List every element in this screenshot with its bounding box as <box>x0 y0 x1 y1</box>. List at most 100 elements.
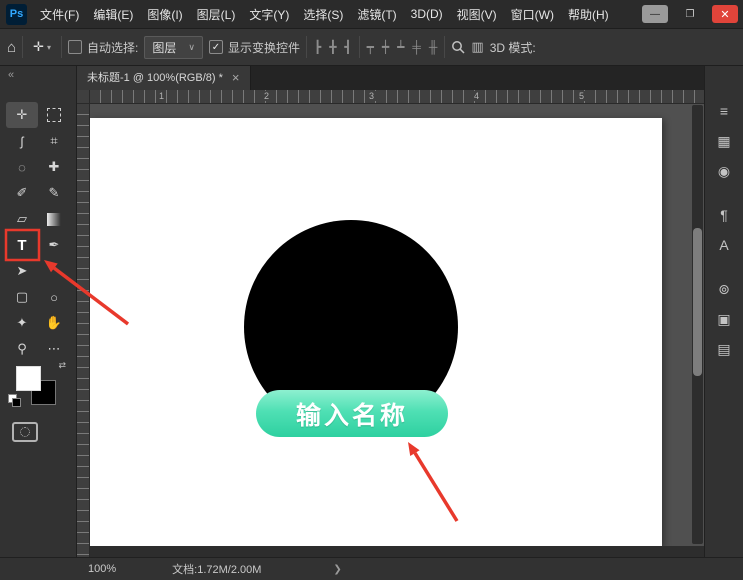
lasso-tool[interactable]: ʃ <box>6 128 38 154</box>
chevron-down-icon: ▾ <box>47 43 51 52</box>
menu-view[interactable]: 视图(V) <box>450 6 504 23</box>
show-transform-checkbox[interactable]: ✓ 显示变换控件 <box>209 39 300 56</box>
ruler-number: 4 <box>472 91 481 101</box>
menu-type[interactable]: 文字(Y) <box>242 6 296 23</box>
pen-tool[interactable]: ✒ <box>38 232 70 258</box>
align-top-icon[interactable]: ┯ <box>366 40 375 54</box>
3d-mode-label: 3D 模式: <box>490 39 536 56</box>
menu-filter[interactable]: 滤镜(T) <box>350 6 403 23</box>
brush-tool[interactable]: ✎ <box>38 180 70 206</box>
swatches-panel-icon[interactable]: ▦ <box>705 126 743 156</box>
clone-source-panel-icon[interactable]: ⊚ <box>705 274 743 304</box>
scrollbar-thumb[interactable] <box>693 228 702 376</box>
align-middle-icon[interactable]: ┿ <box>381 40 390 54</box>
distribute-vertical-icon[interactable]: ╫ <box>428 40 439 54</box>
menu-select[interactable]: 选择(S) <box>296 6 350 23</box>
foreground-color-swatch[interactable] <box>16 366 41 391</box>
divider <box>359 36 360 58</box>
ruler-origin-corner <box>76 90 90 104</box>
document-tab[interactable]: 未标题-1 @ 100%(RGB/8) * × <box>76 64 251 90</box>
status-bar: 100% 文档:1.72M/2.00M ❯ <box>0 557 743 580</box>
ellipse-tool[interactable]: ○ <box>38 284 70 310</box>
menu-help[interactable]: 帮助(H) <box>561 6 616 23</box>
menu-3d[interactable]: 3D(D) <box>404 7 450 21</box>
workspace-panel-icon[interactable]: ▥ <box>471 39 483 55</box>
status-expand-icon[interactable]: ❯ <box>333 564 341 575</box>
vertical-scrollbar[interactable] <box>692 105 703 544</box>
menu-window[interactable]: 窗口(W) <box>504 6 561 23</box>
object-selection-tool[interactable]: ◌ <box>6 154 38 180</box>
zoom-level-field[interactable]: 100% <box>88 563 116 575</box>
zoom-tool[interactable]: ⚲ <box>6 336 38 362</box>
color-swatches: ⇄ <box>16 364 66 408</box>
horizontal-type-tool[interactable]: T <box>6 232 38 258</box>
close-button[interactable]: ✕ <box>712 5 738 23</box>
divider <box>306 36 307 58</box>
path-selection-tool[interactable]: ➤ <box>6 258 38 284</box>
default-colors-icon[interactable] <box>8 394 20 406</box>
marquee-icon <box>47 108 61 122</box>
home-icon[interactable]: ⌂ <box>7 39 16 56</box>
properties-panel-icon[interactable]: ≡ <box>705 96 743 126</box>
ruler-number: 1 <box>157 91 166 101</box>
collapse-panel-icon[interactable]: « <box>8 69 14 81</box>
tab-close-icon[interactable]: × <box>232 70 240 85</box>
menu-layer[interactable]: 图层(L) <box>190 6 243 23</box>
align-left-icon[interactable]: ┣ <box>313 40 322 54</box>
hand-tool[interactable]: ✋ <box>38 310 70 336</box>
document-canvas[interactable]: 输入名称 <box>90 118 662 546</box>
rectangular-marquee-tool[interactable] <box>38 102 70 128</box>
paragraph-panel-icon[interactable]: ¶ <box>705 200 743 230</box>
document-title: 未标题-1 @ 100%(RGB/8) * <box>87 69 223 85</box>
menu-file[interactable]: 文件(F) <box>33 6 86 23</box>
maximize-button[interactable]: ❐ <box>677 5 703 23</box>
eraser-tool[interactable]: ▱ <box>6 206 38 232</box>
auto-select-checkbox[interactable]: 自动选择: <box>68 39 138 56</box>
auto-select-label: 自动选择: <box>87 39 138 56</box>
horizontal-ruler: 1 2 3 4 5 <box>89 90 705 104</box>
minimize-button[interactable]: — <box>642 5 668 23</box>
quick-mask-icon[interactable] <box>12 422 38 442</box>
document-tab-bar: 未标题-1 @ 100%(RGB/8) * × <box>76 64 705 90</box>
gradient-tool[interactable] <box>38 206 70 232</box>
document-size-info: 文档:1.72M/2.00M <box>172 561 261 577</box>
divider <box>61 36 62 58</box>
menu-edit[interactable]: 编辑(E) <box>86 6 140 23</box>
checkbox-box-checked: ✓ <box>209 40 223 54</box>
canvas-region: 1 2 3 4 5 输入名称 <box>76 90 705 558</box>
edit-toolbar-icon[interactable]: ⋯ <box>38 336 70 362</box>
auto-select-target-dropdown[interactable]: 图层 ∨ <box>144 36 203 59</box>
ruler-number: 2 <box>262 91 271 101</box>
spot-healing-brush-tool[interactable]: ✚ <box>38 154 70 180</box>
eyedropper-tool[interactable]: ✐ <box>6 180 38 206</box>
adjustments-panel-icon[interactable]: ▤ <box>705 334 743 364</box>
swap-colors-icon[interactable]: ⇄ <box>58 360 66 371</box>
color-panel-icon[interactable]: ◉ <box>705 156 743 186</box>
current-tool-button[interactable]: ✛ ▾ <box>29 37 55 57</box>
gradient-icon <box>47 213 61 226</box>
menu-image[interactable]: 图像(I) <box>140 6 189 23</box>
options-bar: ⌂ ✛ ▾ 自动选择: 图层 ∨ ✓ 显示变换控件 ┣ ╋ ┫ ┯ ┿ ┷ ╪ … <box>0 28 743 66</box>
character-panel-icon[interactable]: A <box>705 230 743 260</box>
custom-shape-tool[interactable]: ✦ <box>6 310 38 336</box>
divider <box>22 36 23 58</box>
rounded-rectangle-tool[interactable]: ▢ <box>6 284 38 310</box>
align-right-icon[interactable]: ┫ <box>343 40 352 54</box>
libraries-panel-icon[interactable]: ▣ <box>705 304 743 334</box>
right-panel-strip: ≡ ▦ ◉ ¶ A ⊚ ▣ ▤ <box>704 64 743 558</box>
auto-select-value: 图层 <box>152 39 176 56</box>
empty-tool-slot <box>38 258 70 284</box>
crop-tool[interactable]: ⌗ <box>38 128 70 154</box>
tools-grid: ✛ ʃ ⌗ ◌ ✚ ✐ ✎ ▱ T ✒ ➤ ▢ ○ <box>6 102 72 362</box>
show-transform-label: 显示变换控件 <box>228 39 300 56</box>
move-tool[interactable]: ✛ <box>6 102 38 128</box>
divider <box>444 36 445 58</box>
input-name-button[interactable]: 输入名称 <box>256 390 448 437</box>
distribute-horizontal-icon[interactable]: ╪ <box>411 40 422 54</box>
search-icon[interactable] <box>451 40 465 54</box>
window-controls: — ❐ ✕ <box>642 5 743 23</box>
align-center-icon[interactable]: ╋ <box>328 40 337 54</box>
align-bottom-icon[interactable]: ┷ <box>396 40 405 54</box>
ruler-number: 3 <box>367 91 376 101</box>
chevron-down-icon: ∨ <box>188 42 195 53</box>
